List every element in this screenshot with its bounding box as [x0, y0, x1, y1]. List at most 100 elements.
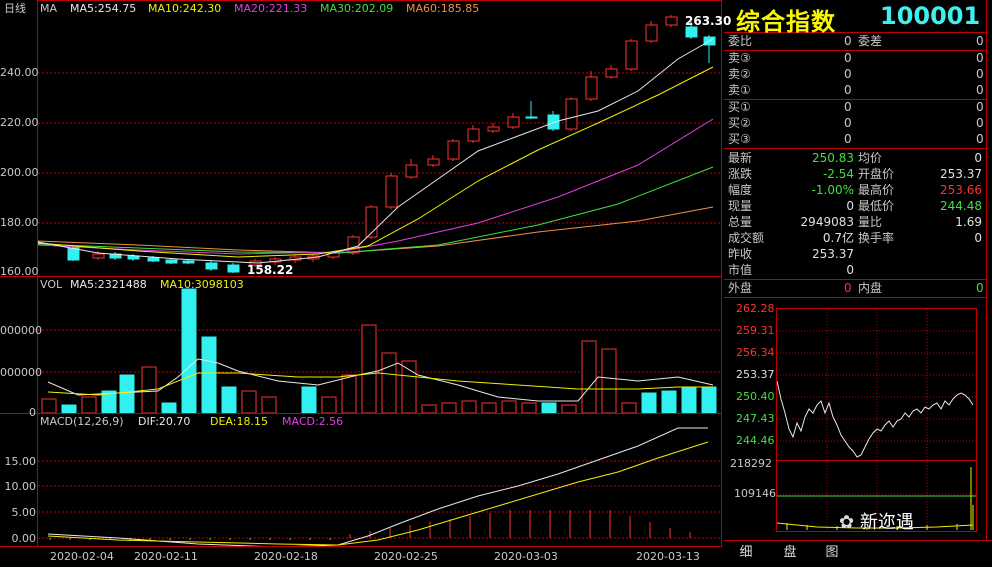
volume-bar — [641, 392, 657, 413]
volume-bar — [301, 386, 317, 413]
tab-chart[interactable]: 图 — [816, 540, 848, 566]
stat-row: 涨跌 -2.54 开盘价 253.37 — [724, 166, 986, 182]
waipan-label: 外盘 — [728, 281, 753, 295]
stat-value: 253.37 — [812, 247, 854, 261]
tab-detail[interactable]: 细 — [730, 540, 762, 566]
stat-label: 成交额 — [728, 231, 765, 245]
vol-y-tick: 000000 — [0, 324, 42, 337]
low-marker: 158.22 — [247, 263, 294, 277]
candle — [347, 236, 360, 254]
stat-label: 换手率 — [858, 231, 895, 245]
candle — [685, 26, 698, 38]
stat-value: -2.54 — [822, 167, 854, 181]
candle — [625, 40, 638, 70]
volume-bar — [261, 396, 277, 413]
intraday-chart[interactable]: 262.28 259.31 256.34 253.37 250.40 247.43 244.… — [724, 300, 986, 538]
candle — [227, 264, 240, 273]
stat-row: 幅度 -1.00% 最高价 253.66 — [724, 182, 986, 198]
book-row: 卖① 0 0 — [724, 82, 986, 98]
stat-value: 253.37 — [940, 167, 982, 181]
intraday-price-tick: 250.40 — [736, 390, 775, 403]
book-label: 买③ — [728, 132, 751, 146]
vol-y-tick: 000000 — [0, 366, 42, 379]
candle — [385, 175, 398, 208]
stat-row: 成交额 0.7亿 换手率 0 — [724, 230, 986, 246]
candlestick-chart — [38, 15, 721, 273]
stat-value: 2949083 — [800, 215, 854, 229]
volume-bar — [119, 374, 135, 413]
stat-row: 总量 2949083 量比 1.69 — [724, 214, 986, 230]
book-price: 0 — [844, 116, 852, 130]
volume-bar — [621, 402, 637, 413]
tab-orderbook[interactable]: 盘 — [774, 540, 806, 566]
candle — [665, 16, 678, 26]
volume-bar — [441, 402, 457, 413]
intraday-price-tick: 247.43 — [736, 412, 775, 425]
candle — [525, 116, 538, 119]
date-label: 2020-03-03 — [494, 550, 558, 563]
wechat-icon: ✿ — [839, 512, 855, 533]
volume-bar — [481, 402, 497, 413]
weibi-row: 委比 0 委差 0 — [724, 33, 986, 49]
volume-bar — [581, 340, 597, 413]
candle — [645, 24, 658, 42]
volume-bar — [201, 336, 217, 413]
book-row: 卖③ 0 0 — [724, 50, 986, 66]
stat-label: 总量 — [728, 215, 753, 229]
stat-value: 0 — [846, 263, 854, 277]
stat-value: -1.00% — [811, 183, 854, 197]
candle — [467, 128, 480, 142]
stat-value: 250.83 — [812, 151, 854, 165]
date-label: 2020-02-18 — [254, 550, 318, 563]
index-code: 100001 — [880, 2, 981, 30]
y-tick: 200.00 — [0, 166, 39, 179]
stat-label: 量比 — [858, 215, 883, 229]
book-label: 卖② — [728, 67, 751, 81]
stat-label: 均价 — [858, 151, 883, 165]
intraday-vol-tick: 109146 — [734, 487, 776, 500]
y-tick: 220.00 — [0, 116, 39, 129]
macd-y-tick: 15.00 — [4, 455, 37, 468]
watermark: ✿ 新迩遇 — [839, 512, 914, 533]
book-volume: 0 — [976, 100, 984, 114]
volume-chart — [38, 288, 721, 413]
candle — [182, 260, 195, 264]
volume-bar — [381, 352, 397, 413]
intraday-price-tick: 253.37 — [736, 368, 775, 381]
stat-row: 现量 0 最低价 244.48 — [724, 198, 986, 214]
candle — [605, 68, 618, 78]
book-price: 0 — [844, 67, 852, 81]
book-label: 买① — [728, 100, 751, 114]
volume-bar — [241, 390, 257, 413]
stat-value: 0 — [974, 231, 982, 245]
stat-label: 涨跌 — [728, 167, 753, 181]
volume-bar — [81, 396, 97, 413]
date-label: 2020-02-04 — [50, 550, 114, 563]
volume-bar — [341, 374, 357, 413]
volume-bar — [161, 402, 177, 413]
stat-row: 最新 250.83 均价 0 — [724, 150, 986, 166]
volume-bar — [661, 390, 677, 413]
book-row: 买① 0 0 — [724, 99, 986, 115]
volume-bar — [541, 402, 557, 413]
candle — [487, 126, 500, 132]
volume-bar — [521, 402, 537, 413]
book-label: 买② — [728, 116, 751, 130]
volume-bar — [561, 404, 577, 413]
kline-chart-area[interactable]: 日线 MA MA5:254.75 MA10:242.30 MA20:221.33 MA3… — [0, 0, 731, 567]
candle — [585, 76, 598, 100]
volume-bar — [321, 396, 337, 413]
period-label: 日线 — [4, 2, 26, 15]
volume-bar — [41, 398, 57, 413]
book-volume: 0 — [976, 51, 984, 65]
weicha-label: 委差 — [858, 34, 883, 48]
candle — [165, 259, 178, 264]
volume-bar — [681, 386, 697, 413]
book-row: 买③ 0 0 — [724, 131, 986, 147]
date-label: 2020-02-11 — [134, 550, 198, 563]
intraday-vol-tick: 218292 — [730, 457, 772, 470]
intraday-price-tick: 262.28 — [736, 302, 775, 315]
index-name: 综合指数 — [736, 8, 836, 36]
volume-bar — [181, 288, 197, 413]
weicha-value: 0 — [976, 34, 984, 48]
